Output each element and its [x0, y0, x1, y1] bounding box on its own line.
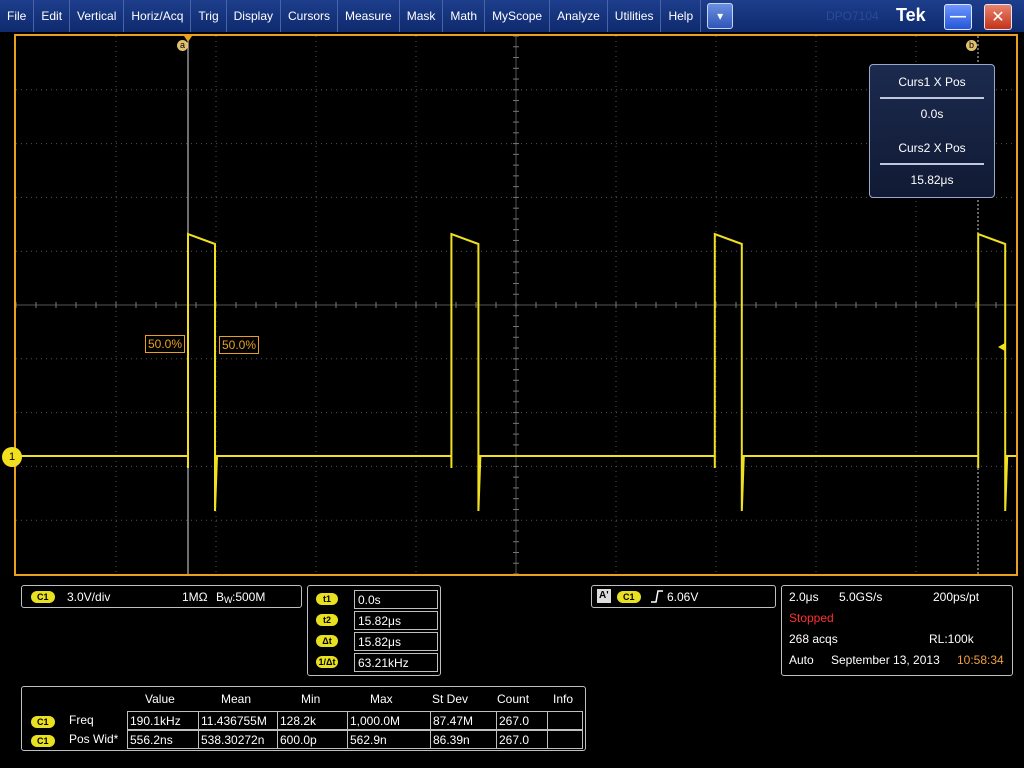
menu-myscope[interactable]: MyScope	[485, 0, 551, 32]
bandwidth-prefix: B	[216, 590, 225, 604]
menu-utilities[interactable]: Utilities	[608, 0, 662, 32]
cursor-row: t2 15.82μs	[312, 611, 438, 630]
cursor-row-value: 63.21kHz	[354, 653, 438, 672]
acquisition-count: 268 acqs	[789, 632, 838, 646]
column-header-stdev: St Dev	[432, 692, 469, 706]
trigger-level: 6.06V	[667, 590, 699, 604]
close-icon: ✕	[991, 9, 1005, 26]
column-header-max: Max	[370, 692, 393, 706]
measurement-min: 128.2k	[277, 711, 348, 730]
trigger-channel-badge: C1	[617, 591, 641, 603]
horizontal-scale: 2.0μs	[789, 590, 819, 604]
measurement-name: Freq	[69, 713, 94, 727]
menu-trig[interactable]: Trig	[191, 0, 227, 32]
cursor-row-value: 15.82μs	[354, 632, 438, 651]
menu-cursors[interactable]: Cursors	[281, 0, 339, 32]
menu-analyze[interactable]: Analyze	[550, 0, 608, 32]
measurement-value: 556.2ns	[127, 730, 199, 749]
acquisition-panel[interactable]: 2.0μs 5.0GS/s 200ps/pt Stopped 268 acqs …	[781, 585, 1013, 676]
time-per-point: 200ps/pt	[933, 590, 980, 604]
measurement-mean: 11.436755M	[198, 711, 278, 730]
measurement-max: 1,000.0M	[347, 711, 431, 730]
menu-help[interactable]: Help	[661, 0, 702, 32]
channel-1-panel[interactable]: C1 3.0V/div 1MΩ B W :500M	[21, 585, 302, 608]
cursor-row-value: 0.0s	[354, 590, 438, 609]
channel-1-marker[interactable]: 1	[2, 447, 22, 467]
menu-toggle-button[interactable]: ▾	[707, 3, 734, 29]
measurement-channel-badge: C1	[31, 716, 55, 728]
rising-edge-icon	[651, 590, 663, 603]
brand-logo: Tek	[896, 5, 926, 25]
sample-rate: 5.0GS/s	[839, 590, 883, 604]
cursor-row-label: t1	[316, 593, 338, 605]
measurement-name: Pos Wid*	[69, 732, 119, 746]
divider	[880, 97, 984, 99]
cursor-readout-box[interactable]: Curs1 X Pos 0.0s Curs2 X Pos 15.82μs	[869, 64, 995, 198]
cursor-row-label: Δt	[316, 635, 338, 647]
cursor-row: Δt 15.82μs	[312, 632, 438, 651]
time: 10:58:34	[957, 653, 1004, 667]
cursor-values-panel[interactable]: t1 0.0s t2 15.82μs Δt 15.82μs 1/Δt 63.21…	[307, 585, 441, 676]
column-header-info: Info	[553, 692, 574, 706]
model-name: DPO7104	[826, 9, 879, 23]
menu-math[interactable]: Math	[443, 0, 486, 32]
close-button[interactable]: ✕	[984, 4, 1012, 30]
divider	[880, 163, 984, 165]
measurement-stdev: 86.39n	[430, 730, 497, 749]
curs2-title: Curs2 X Pos	[898, 141, 966, 155]
measurement-channel-badge: C1	[31, 735, 55, 747]
ref-level-label-left: 50.0%	[145, 335, 186, 353]
menu-mask[interactable]: Mask	[400, 0, 444, 32]
measurement-max: 562.9n	[347, 730, 431, 749]
cursor-row-label: 1/Δt	[316, 656, 338, 668]
curs2-value: 15.82μs	[910, 173, 954, 187]
measurement-count: 267.0	[496, 730, 548, 749]
trigger-source-tag: A'	[597, 589, 611, 603]
cursor-row: t1 0.0s	[312, 590, 438, 609]
cursor-a-handle[interactable]: a	[177, 40, 188, 51]
measurement-min: 600.0p	[277, 730, 348, 749]
cursor-row: 1/Δt 63.21kHz	[312, 653, 438, 672]
input-impedance: 1MΩ	[182, 590, 208, 604]
minimize-button[interactable]: —	[944, 4, 972, 30]
acquisition-status: Stopped	[789, 611, 834, 625]
column-header-mean: Mean	[221, 692, 252, 706]
vertical-scale: 3.0V/div	[67, 590, 111, 604]
menu-display[interactable]: Display	[227, 0, 281, 32]
record-length: RL:100k	[929, 632, 974, 646]
curs1-value: 0.0s	[920, 107, 944, 121]
cursor-row-value: 15.82μs	[354, 611, 438, 630]
measurements-table[interactable]: Value Mean Min Max St Dev Count Info C1 …	[21, 686, 586, 751]
menu-edit[interactable]: Edit	[34, 0, 71, 32]
curs1-title: Curs1 X Pos	[898, 75, 966, 89]
minimize-icon: —	[950, 8, 966, 25]
trigger-panel[interactable]: A' C1 6.06V	[591, 585, 776, 608]
trigger-level-marker[interactable]	[998, 343, 1005, 351]
column-header-count: Count	[497, 692, 530, 706]
cursor-row-label: t2	[316, 614, 338, 626]
chevron-down-icon: ▾	[717, 9, 724, 23]
measurement-count: 267.0	[496, 711, 548, 730]
measurement-info	[547, 730, 583, 749]
graticule-grid	[16, 36, 1016, 574]
measurement-value: 190.1kHz	[127, 711, 199, 730]
cursor-b-handle[interactable]: b	[966, 40, 977, 51]
column-header-min: Min	[301, 692, 321, 706]
menu-horiz-acq[interactable]: Horiz/Acq	[124, 0, 192, 32]
menu-vertical[interactable]: Vertical	[70, 0, 125, 32]
column-header-value: Value	[145, 692, 175, 706]
menu-measure[interactable]: Measure	[338, 0, 400, 32]
measurement-mean: 538.30272n	[198, 730, 278, 749]
waveform-display[interactable]	[14, 34, 1018, 576]
trigger-mode: Auto	[789, 653, 814, 667]
menu-file[interactable]: File	[0, 0, 35, 32]
channel-badge: C1	[31, 591, 55, 603]
bandwidth-value: :500M	[232, 590, 266, 604]
ref-level-label-right: 50.0%	[219, 336, 260, 354]
measurement-stdev: 87.47M	[430, 711, 497, 730]
date: September 13, 2013	[831, 653, 940, 667]
measurement-info	[547, 711, 583, 730]
